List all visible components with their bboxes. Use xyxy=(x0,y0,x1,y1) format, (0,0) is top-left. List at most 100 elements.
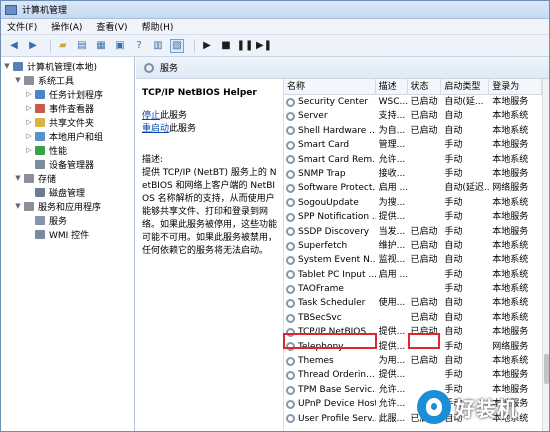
folder-up-icon[interactable]: ▰ xyxy=(56,39,70,53)
tree-node[interactable]: ▷ 事件查看器 xyxy=(1,101,134,115)
table-row[interactable]: TAOFrame 手动 本地系统 xyxy=(284,282,542,296)
expand-arrow-icon[interactable]: ▷ xyxy=(25,104,33,112)
service-startup-type: 手动 xyxy=(444,269,463,280)
service-detail-panel: TCP/IP NetBIOS Helper 停止此服务 重启动此服务 描述: 提… xyxy=(136,79,280,431)
column-log-on-as[interactable]: 登录为 xyxy=(489,79,542,94)
expand-arrow-icon[interactable]: ▷ xyxy=(25,146,33,154)
table-row[interactable]: Task Scheduler 使用... 已启动 自动 本地系统 xyxy=(284,296,542,310)
menu-help[interactable]: 帮助(H) xyxy=(142,20,174,33)
table-row[interactable]: Superfetch 维护... 已启动 自动 本地系统 xyxy=(284,239,542,253)
expand-arrow-icon[interactable]: ▷ xyxy=(25,118,33,126)
column-startup-type[interactable]: 启动类型 xyxy=(441,79,490,94)
expand-arrow-icon[interactable]: ▷ xyxy=(25,90,33,98)
scrollbar-thumb[interactable] xyxy=(544,354,549,384)
forward-arrow-icon[interactable]: ▶ xyxy=(26,39,40,53)
service-gear-icon xyxy=(286,299,295,309)
service-description: 提供... xyxy=(378,212,406,223)
table-row[interactable]: Software Protect... 启用 ... 自动(延迟... 网络服务 xyxy=(284,181,542,195)
service-gear-icon xyxy=(286,198,295,208)
service-status: 已启动 xyxy=(410,97,438,107)
restart-service-link[interactable]: 重启动 xyxy=(142,124,169,134)
service-name: Themes xyxy=(298,356,334,367)
tree-node[interactable]: WMI 控件 xyxy=(1,227,134,241)
pause-icon[interactable]: ❚❚ xyxy=(237,39,254,53)
menu-view[interactable]: 查看(V) xyxy=(96,20,127,33)
service-startup-type: 自动 xyxy=(444,356,463,367)
tree-node[interactable]: 磁盘管理 xyxy=(1,185,134,199)
table-row[interactable]: Smart Card Rem... 允许... 手动 本地系统 xyxy=(284,153,542,167)
tree-node[interactable]: 设备管理器 xyxy=(1,157,134,171)
table-row[interactable]: SNMP Trap 接收... 手动 本地服务 xyxy=(284,167,542,181)
service-log-on-as: 本地服务 xyxy=(492,327,529,338)
service-name-cell: Superfetch xyxy=(284,239,376,253)
service-name-cell: UPnP Device Host xyxy=(284,397,376,411)
tree-node-label: 任务计划程序 xyxy=(49,90,104,101)
tree-node[interactable]: ▼ 服务和应用程序 xyxy=(1,199,134,213)
service-name: System Event N... xyxy=(298,255,376,266)
column-description[interactable]: 描述 xyxy=(376,79,408,94)
table-row[interactable]: SPP Notification ... 提供... 手动 本地服务 xyxy=(284,210,542,224)
tree-node[interactable]: ▷ 本地用户和组 xyxy=(1,129,134,143)
table-row[interactable]: Smart Card 管理... 手动 本地服务 xyxy=(284,138,542,152)
vertical-scrollbar[interactable] xyxy=(542,79,549,431)
table-row[interactable]: SSDP Discovery 当发... 已启动 手动 本地服务 xyxy=(284,225,542,239)
table-row[interactable]: Server 支持... 已启动 自动 本地系统 xyxy=(284,109,542,123)
table-row[interactable]: Tablet PC Input ... 启用 ... 手动 本地系统 xyxy=(284,268,542,282)
properties-icon[interactable]: ▣ xyxy=(113,39,127,53)
back-arrow-icon[interactable]: ◀ xyxy=(7,39,21,53)
standard-view-icon[interactable]: ▧ xyxy=(170,38,184,53)
menu-action[interactable]: 操作(A) xyxy=(51,20,82,33)
table-row[interactable]: Shell Hardware ... 为自... 已启动 自动 本地系统 xyxy=(284,124,542,138)
computer-management-window: 计算机管理 文件(F) 操作(A) 查看(V) 帮助(H) ◀ ▶ ▰ ▤ ▦ … xyxy=(0,0,550,432)
menu-file[interactable]: 文件(F) xyxy=(7,20,37,33)
services-header: 服务 xyxy=(136,57,549,79)
service-gear-icon xyxy=(286,97,295,107)
tree-node[interactable]: ▷ 任务计划程序 xyxy=(1,87,134,101)
service-log-on-as: 本地系统 xyxy=(492,284,529,295)
expand-arrow-icon[interactable]: ▼ xyxy=(14,202,22,210)
service-name-cell: SogouUpdate xyxy=(284,196,376,210)
expand-arrow-icon[interactable]: ▼ xyxy=(14,76,22,84)
export-icon[interactable]: ▦ xyxy=(94,39,108,53)
description-text: 提供 TCP/IP (NetBT) 服务上的 NetBIOS 和网络上客户端的 … xyxy=(142,168,278,256)
service-status: 已启动 xyxy=(410,226,438,237)
service-description: 启用 ... xyxy=(378,269,408,280)
table-row[interactable]: TBSecSvc 已启动 自动 本地系统 xyxy=(284,311,542,325)
tree-node[interactable]: ▼ 计算机管理(本地) xyxy=(1,59,134,73)
service-name: TBSecSvc xyxy=(298,312,342,323)
tree-node[interactable]: ▷ 共享文件夹 xyxy=(1,115,134,129)
stop-icon[interactable]: ■ xyxy=(219,39,233,53)
tree-node[interactable]: ▼ 系统工具 xyxy=(1,73,134,87)
service-log-on-as: 本地系统 xyxy=(492,356,529,367)
table-row[interactable]: Security Center WSC... 已启动 自动(延... 本地服务 xyxy=(284,95,542,109)
service-startup-type: 手动 xyxy=(444,140,463,151)
play-icon[interactable]: ▶ xyxy=(200,39,214,53)
extended-view-icon[interactable]: ▥ xyxy=(151,39,165,53)
expand-arrow-icon[interactable]: ▷ xyxy=(25,132,33,140)
service-name: Tablet PC Input ... xyxy=(298,269,376,280)
service-name: Security Center xyxy=(298,97,369,107)
tree-node[interactable]: ▼ 存储 xyxy=(1,171,134,185)
service-log-on-as: 本地服务 xyxy=(492,226,529,237)
table-row[interactable]: SogouUpdate 为搜... 手动 本地系统 xyxy=(284,196,542,210)
table-row[interactable]: System Event N... 监视... 已启动 自动 本地系统 xyxy=(284,253,542,267)
expand-arrow-icon[interactable]: ▼ xyxy=(3,62,11,70)
service-startup-type: 自动 xyxy=(444,327,463,338)
service-name-cell: Server xyxy=(284,109,376,123)
console-tree-icon[interactable]: ▤ xyxy=(75,39,89,53)
tree-node[interactable]: ▷ 性能 xyxy=(1,143,134,157)
help-icon[interactable]: ? xyxy=(132,39,146,53)
restart-icon[interactable]: ▶❚ xyxy=(256,39,272,53)
service-name-cell: Thread Orderin... xyxy=(284,368,376,382)
stop-service-link[interactable]: 停止 xyxy=(142,111,160,121)
column-status[interactable]: 状态 xyxy=(408,79,442,94)
service-detail-title: TCP/IP NetBIOS Helper xyxy=(142,88,257,98)
tree-node-label: 磁盘管理 xyxy=(49,188,86,199)
service-description: WSC... xyxy=(378,97,408,107)
service-startup-type: 自动 xyxy=(444,125,463,136)
column-name[interactable]: 名称 xyxy=(284,79,376,94)
service-status xyxy=(408,196,442,210)
table-row[interactable]: Themes 为用... 已启动 自动 本地系统 xyxy=(284,354,542,368)
expand-arrow-icon[interactable]: ▼ xyxy=(14,174,22,182)
tree-node[interactable]: 服务 xyxy=(1,213,134,227)
